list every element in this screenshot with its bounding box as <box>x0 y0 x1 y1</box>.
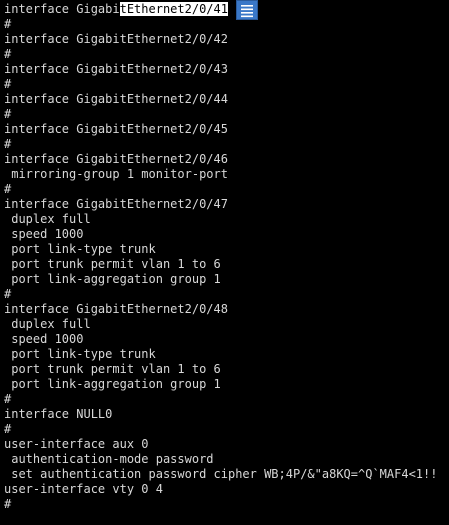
config-line: speed 1000 <box>4 227 84 241</box>
config-line: interface GigabitEthernet2/0/47 <box>4 197 228 211</box>
config-line: interface GigabitEthernet2/0/45 <box>4 122 228 136</box>
terminal-output: interface GigabitEthernet2/0/41 # interfa… <box>4 2 437 512</box>
config-line: duplex full <box>4 212 91 226</box>
separator-line: # <box>4 392 12 406</box>
separator-line: # <box>4 77 12 91</box>
config-line: interface GigabitEthernet2/0/42 <box>4 32 228 46</box>
config-line: interface GigabitEthernet2/0/44 <box>4 92 228 106</box>
config-line: port trunk permit vlan 1 to 6 <box>4 257 221 271</box>
line-text-before-selection: interface Gigabi <box>4 2 120 16</box>
separator-line: # <box>4 287 12 301</box>
config-line: speed 1000 <box>4 332 84 346</box>
config-line: user-interface aux 0 <box>4 437 149 451</box>
selected-text[interactable]: tEthernet2/0/41 <box>119 2 228 16</box>
config-line: interface GigabitEthernet2/0/48 <box>4 302 228 316</box>
config-line: authentication-mode password <box>4 452 214 466</box>
config-line: interface GigabitEthernet2/0/43 <box>4 62 228 76</box>
config-line: set authentication password cipher WB;4P… <box>4 467 438 481</box>
config-line: interface GigabitEthernet2/0/46 <box>4 152 228 166</box>
terminal-window[interactable]: interface GigabitEthernet2/0/41 # interfa… <box>0 0 449 525</box>
config-line: port link-aggregation group 1 <box>4 377 221 391</box>
config-line: user-interface vty 0 4 <box>4 482 163 496</box>
terminal-lines: # interface GigabitEthernet2/0/42 # interfa… <box>4 17 437 512</box>
separator-line: # <box>4 422 12 436</box>
separator-line: # <box>4 182 12 196</box>
separator-line: # <box>4 107 12 121</box>
config-line: port link-aggregation group 1 <box>4 272 221 286</box>
separator-line: # <box>4 17 12 31</box>
config-line: interface NULL0 <box>4 407 113 421</box>
config-line: port link-type trunk <box>4 242 156 256</box>
menu-lines-icon <box>241 5 253 18</box>
separator-line: # <box>4 497 12 511</box>
terminal-line-selected[interactable]: interface GigabitEthernet2/0/41 <box>4 2 437 17</box>
config-line: mirroring-group 1 monitor-port <box>4 167 228 181</box>
separator-line: # <box>4 137 12 151</box>
config-line: port link-type trunk <box>4 347 156 361</box>
config-line: port trunk permit vlan 1 to 6 <box>4 362 221 376</box>
config-line: duplex full <box>4 317 91 331</box>
separator-line: # <box>4 47 12 61</box>
overlay-menu-button[interactable] <box>236 0 258 20</box>
